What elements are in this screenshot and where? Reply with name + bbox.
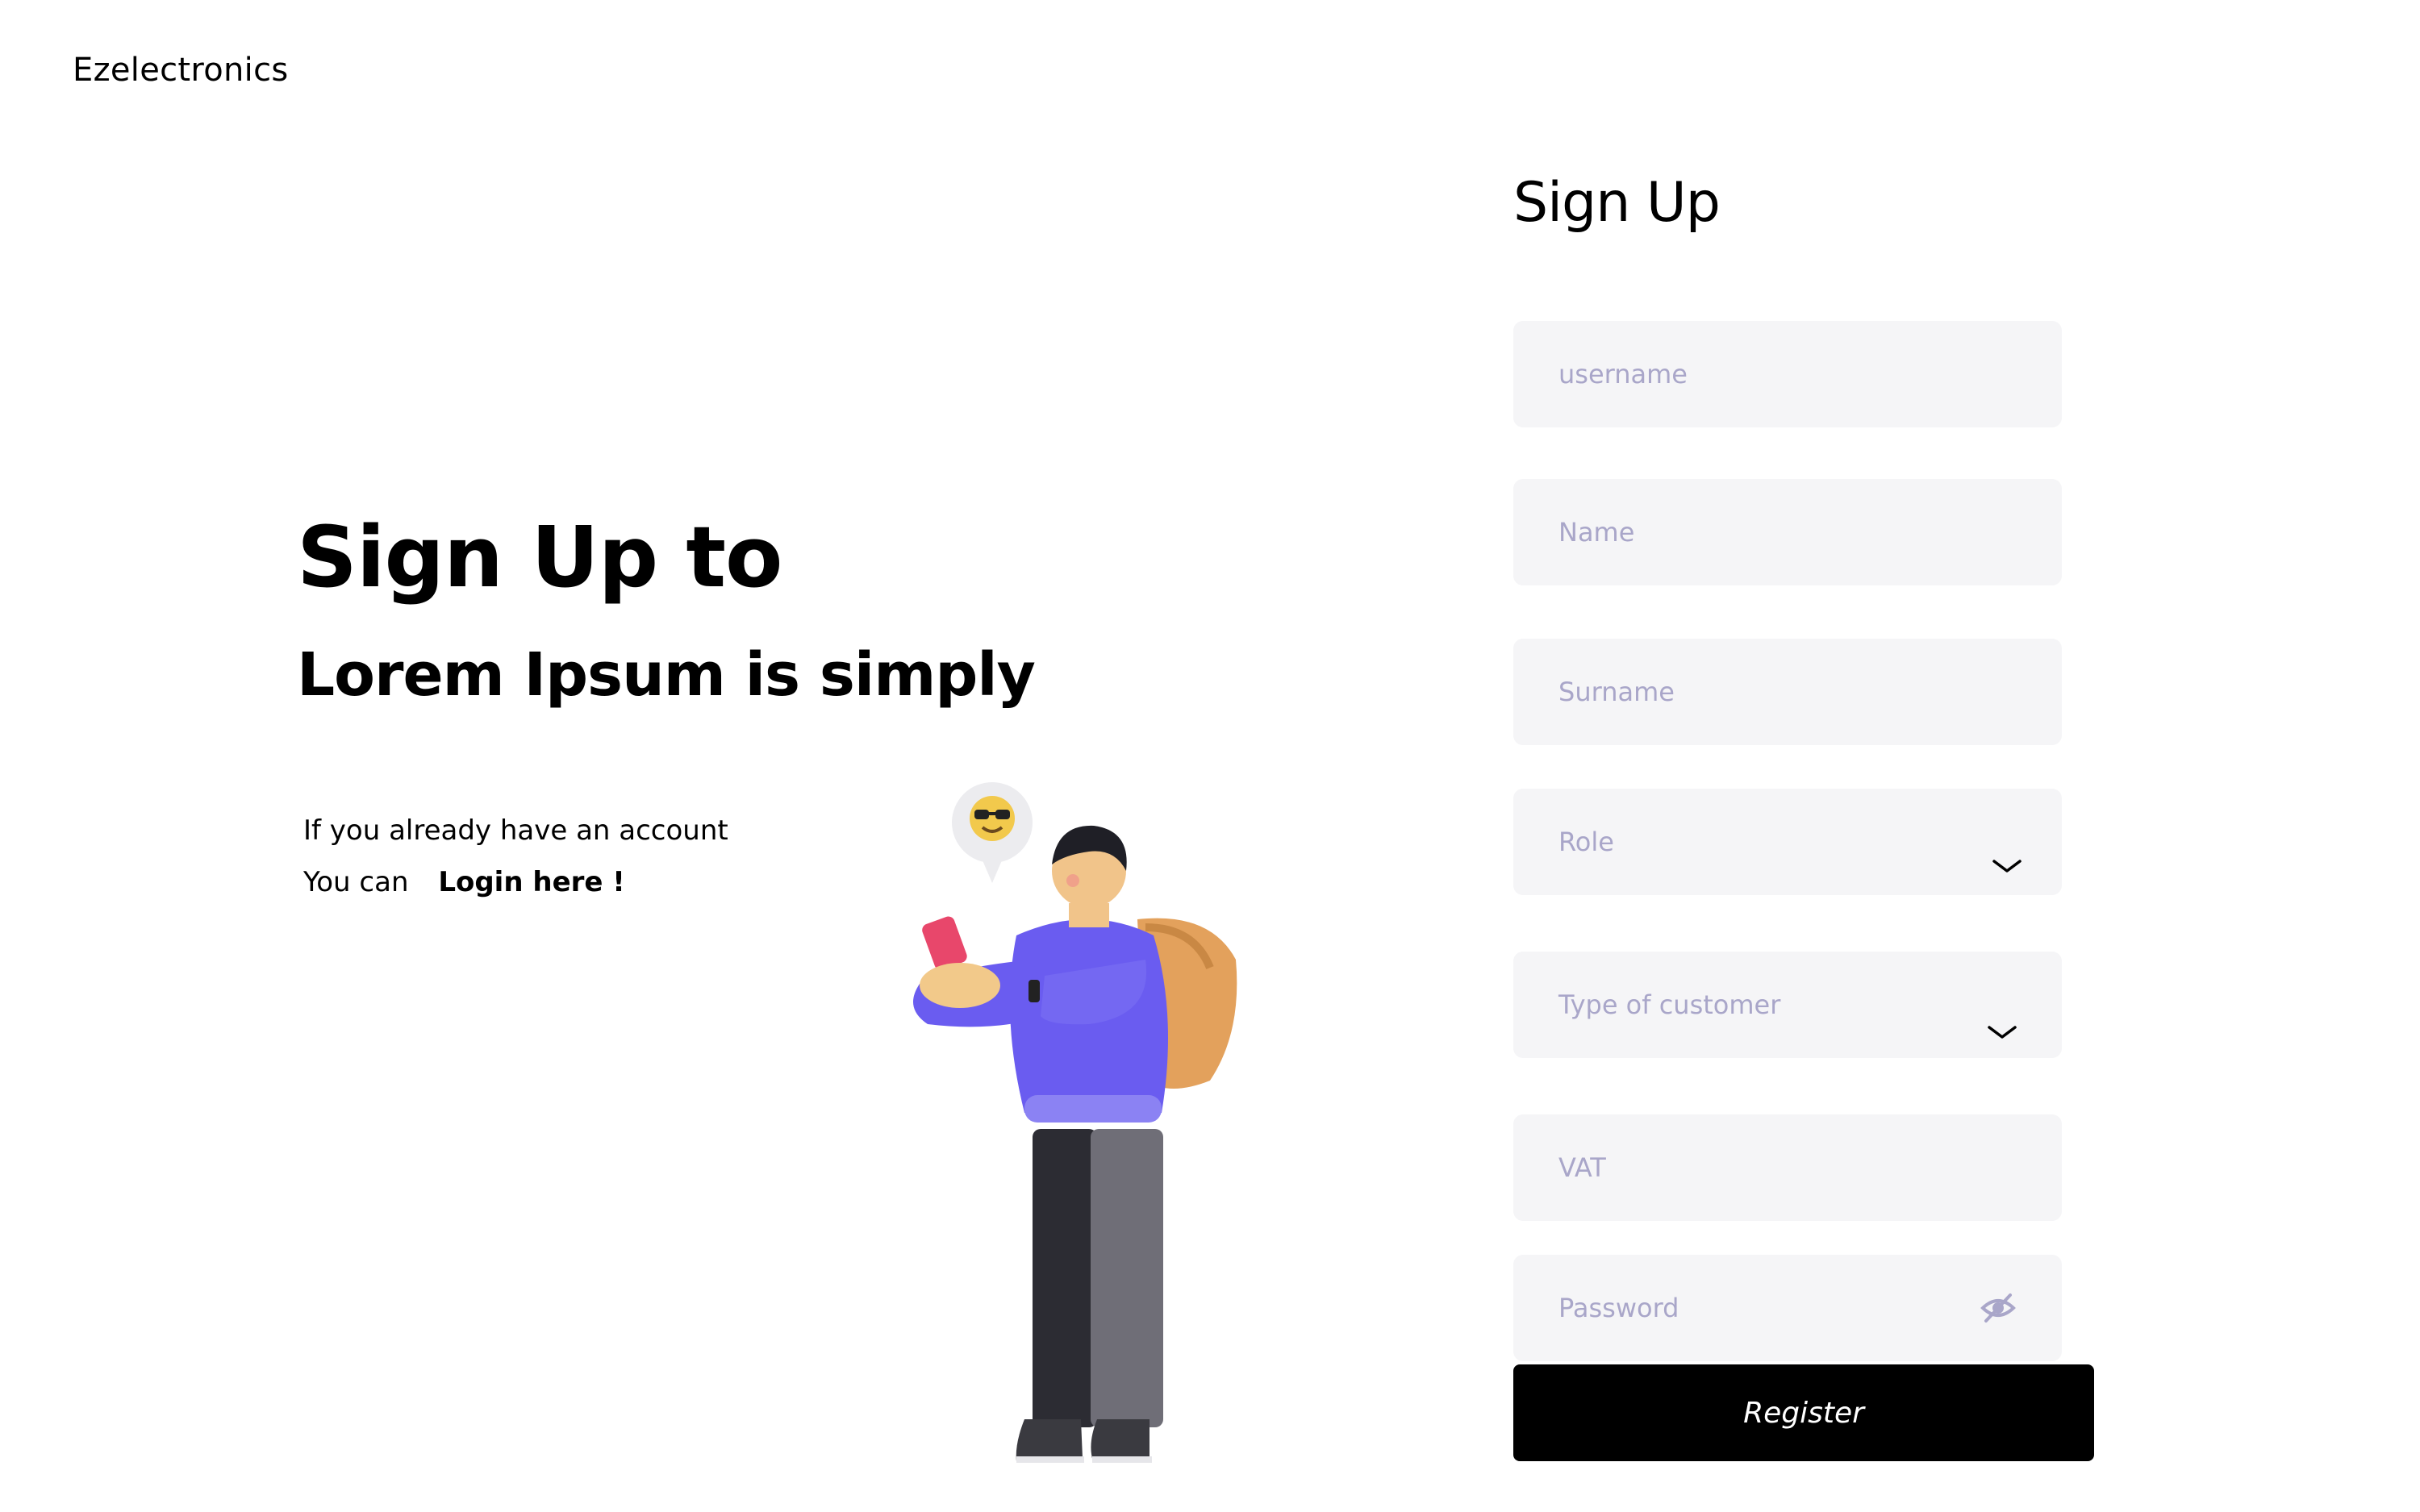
role-select[interactable]: Role	[1513, 789, 2062, 895]
password-field	[1513, 1255, 2062, 1361]
speech-bubble	[952, 782, 1033, 883]
name-input[interactable]	[1513, 479, 2062, 585]
person-illustration	[913, 782, 1237, 1463]
register-button[interactable]: Register	[1513, 1364, 2094, 1461]
role-placeholder: Role	[1558, 827, 1614, 857]
customer-type-select[interactable]: Type of customer	[1513, 952, 2062, 1058]
account-hint: If you already have an account	[303, 814, 728, 847]
customer-type-placeholder: Type of customer	[1558, 989, 1781, 1020]
login-link[interactable]: Login here !	[438, 866, 625, 898]
login-hint-prefix: You can	[303, 866, 409, 898]
surname-input[interactable]	[1513, 639, 2062, 745]
username-input[interactable]	[1513, 321, 2062, 427]
eye-off-icon[interactable]	[1980, 1290, 2017, 1326]
brand-logo[interactable]: Ezelectronics	[73, 52, 289, 89]
chevron-down-icon	[1988, 1026, 2017, 1039]
hero-subtitle: Lorem Ipsum is simply	[297, 640, 1036, 710]
vat-input[interactable]	[1513, 1114, 2062, 1221]
login-hint: You can Login here !	[303, 866, 625, 898]
hero-title: Sign Up to	[297, 508, 783, 606]
chevron-down-icon	[1992, 860, 2022, 873]
form-title: Sign Up	[1513, 171, 1721, 235]
